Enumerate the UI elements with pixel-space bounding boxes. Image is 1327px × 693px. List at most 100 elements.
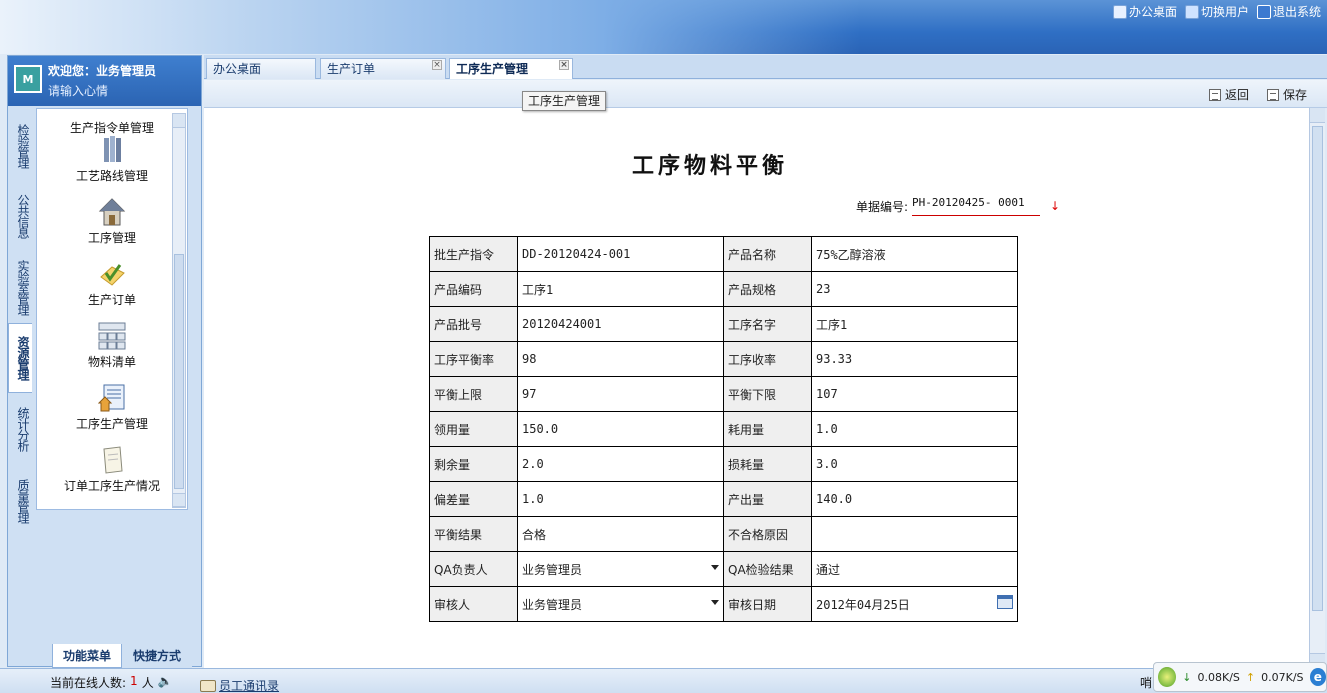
field-value[interactable]: 合格 — [517, 516, 724, 552]
dropdown-caret-icon[interactable] — [711, 599, 719, 605]
calendar-icon[interactable] — [997, 594, 1013, 609]
value-text[interactable]: 140.0 — [816, 492, 1013, 506]
value-text[interactable]: 工序1 — [816, 316, 1013, 333]
field-value[interactable]: DD-20120424-001 — [517, 236, 724, 272]
value-text[interactable]: 75%乙醇溶液 — [816, 246, 1013, 263]
contact-link[interactable]: 员工通讯录 — [200, 677, 279, 693]
browser-icon[interactable]: e — [1309, 668, 1326, 686]
field-value[interactable]: 通过 — [811, 551, 1018, 587]
field-value[interactable]: 23 — [811, 271, 1018, 307]
close-icon[interactable]: × — [432, 60, 442, 70]
field-value[interactable] — [811, 516, 1018, 552]
scroll-up-arrow[interactable] — [173, 114, 185, 128]
vtab-resource[interactable]: 资源管理 — [8, 323, 32, 393]
scroll-down-arrow[interactable] — [173, 493, 185, 507]
vtab-quality[interactable]: 质量管理 — [8, 465, 32, 537]
save-button[interactable]: 保存 — [1267, 86, 1307, 103]
value-text: 20120424001 — [522, 317, 602, 331]
field-value[interactable]: 75%乙醇溶液 — [811, 236, 1018, 272]
menu-item-process-production[interactable]: 工序生产管理 — [37, 379, 187, 441]
field-value[interactable]: 2.0 — [517, 446, 724, 482]
field-value[interactable]: 97 — [517, 376, 724, 412]
date-field[interactable]: 2012年04月25日 — [816, 594, 1013, 613]
vertical-tabs: 检验管理 公共信息 实验室管理 资源管理 统计分析 质量管理 — [8, 111, 32, 537]
field-value[interactable]: 107 — [811, 376, 1018, 412]
field-value[interactable]: 业务管理员 — [517, 586, 724, 622]
vtab-public-info[interactable]: 公共信息 — [8, 181, 32, 251]
value-text[interactable]: 通过 — [816, 561, 1013, 578]
tab-function-menu[interactable]: 功能菜单 — [52, 644, 122, 668]
field-label: 耗用量 — [723, 411, 812, 447]
speaker-icon[interactable]: 🔈 — [158, 674, 173, 691]
value-text: 1.0 — [522, 492, 544, 506]
menu-item-production-order[interactable]: 生产订单 — [37, 255, 187, 317]
tab-process-production[interactable]: 工序生产管理 × — [449, 58, 573, 79]
switch-user-icon — [1184, 4, 1199, 19]
scroll-thumb[interactable] — [174, 254, 184, 489]
menu-item-production-order-mgmt[interactable]: 生产指令单管理 — [37, 109, 187, 135]
value-text[interactable]: 23 — [816, 282, 1013, 296]
select-field[interactable]: 业务管理员 — [522, 561, 719, 578]
field-value[interactable]: 93.33 — [811, 341, 1018, 377]
form-row: 审核人 业务管理员 审核日期 2012年04月25日 — [429, 586, 1018, 622]
back-button[interactable]: 返回 — [1209, 86, 1249, 103]
value-text: 2.0 — [522, 457, 544, 471]
menu-item-route[interactable]: 工艺路线管理 — [37, 131, 187, 193]
value-text[interactable]: 2.0 — [522, 457, 719, 471]
download-arrow-icon: ↓ — [1182, 670, 1192, 684]
field-value[interactable]: 工序1 — [811, 306, 1018, 342]
value-text[interactable]: 工序1 — [522, 281, 719, 298]
value-text[interactable]: 20120424001 — [522, 317, 719, 331]
desktop-link[interactable]: 办公桌面 — [1112, 3, 1177, 20]
value-text[interactable]: 1.0 — [816, 422, 1013, 436]
field-value[interactable]: 业务管理员 — [517, 551, 724, 587]
edge-text: 哨 — [1140, 676, 1153, 690]
field-value[interactable]: 150.0 — [517, 411, 724, 447]
value-text[interactable]: 合格 — [522, 526, 719, 543]
value-text[interactable]: 150.0 — [522, 422, 719, 436]
menu-item-bom[interactable]: 物料清单 — [37, 317, 187, 379]
scroll-up-arrow[interactable] — [1310, 108, 1325, 123]
field-value[interactable]: 98 — [517, 341, 724, 377]
field-value[interactable]: 1.0 — [517, 481, 724, 517]
form-row: 批生产指令 DD-20120424-001 产品名称 75%乙醇溶液 — [429, 236, 1018, 272]
doc-number-field[interactable]: PH-20120425- 0001 — [912, 196, 1041, 216]
form-row: 剩余量 2.0 损耗量 3.0 — [429, 446, 1018, 482]
banner-gradient — [0, 0, 860, 54]
value-text[interactable]: 107 — [816, 387, 1013, 401]
value-text[interactable]: 93.33 — [816, 352, 1013, 366]
field-value[interactable]: 20120424001 — [517, 306, 724, 342]
field-value[interactable]: 3.0 — [811, 446, 1018, 482]
menu-item-order-process-status[interactable]: 订单工序生产情况 — [37, 441, 187, 503]
switch-user-link[interactable]: 切换用户 — [1184, 3, 1249, 20]
value-text[interactable]: 98 — [522, 352, 719, 366]
field-value[interactable]: 工序1 — [517, 271, 724, 307]
accelerator-icon[interactable] — [1158, 667, 1177, 687]
vtab-inspection[interactable]: 检验管理 — [8, 111, 32, 181]
field-value[interactable]: 140.0 — [811, 481, 1018, 517]
select-field[interactable]: 业务管理员 — [522, 596, 719, 613]
dropdown-caret-icon[interactable] — [711, 564, 719, 570]
field-value[interactable]: 2012年04月25日 — [811, 586, 1018, 622]
value-text[interactable]: 97 — [522, 387, 719, 401]
vtab-statistics[interactable]: 统计分析 — [8, 393, 32, 465]
field-value[interactable]: 1.0 — [811, 411, 1018, 447]
field-label: 产品编码 — [429, 271, 518, 307]
exit-link[interactable]: 退出系统 — [1256, 3, 1321, 20]
content-scrollbar[interactable] — [1309, 108, 1325, 668]
mood-input[interactable]: 请输入心情 — [48, 82, 108, 99]
field-label: QA检验结果 — [723, 551, 812, 587]
value-text[interactable]: 1.0 — [522, 492, 719, 506]
close-icon[interactable]: × — [559, 60, 569, 70]
vtab-lab[interactable]: 实验室管理 — [8, 251, 32, 323]
menu-scrollbar[interactable] — [172, 113, 186, 508]
document-icon — [1267, 88, 1279, 101]
tab-desktop[interactable]: 办公桌面 — [206, 58, 316, 79]
menu-item-process[interactable]: 工序管理 — [37, 193, 187, 255]
tab-production-order[interactable]: 生产订单 × — [320, 58, 446, 79]
value-text[interactable]: DD-20120424-001 — [522, 247, 719, 261]
menu-panel: 生产指令单管理 工艺路线管理 工序管理 生产订单 物料清单 工序生产管理 订单工… — [36, 108, 188, 510]
value-text[interactable]: 3.0 — [816, 457, 1013, 471]
tab-shortcuts[interactable]: 快捷方式 — [122, 644, 192, 668]
scroll-thumb[interactable] — [1312, 126, 1323, 611]
